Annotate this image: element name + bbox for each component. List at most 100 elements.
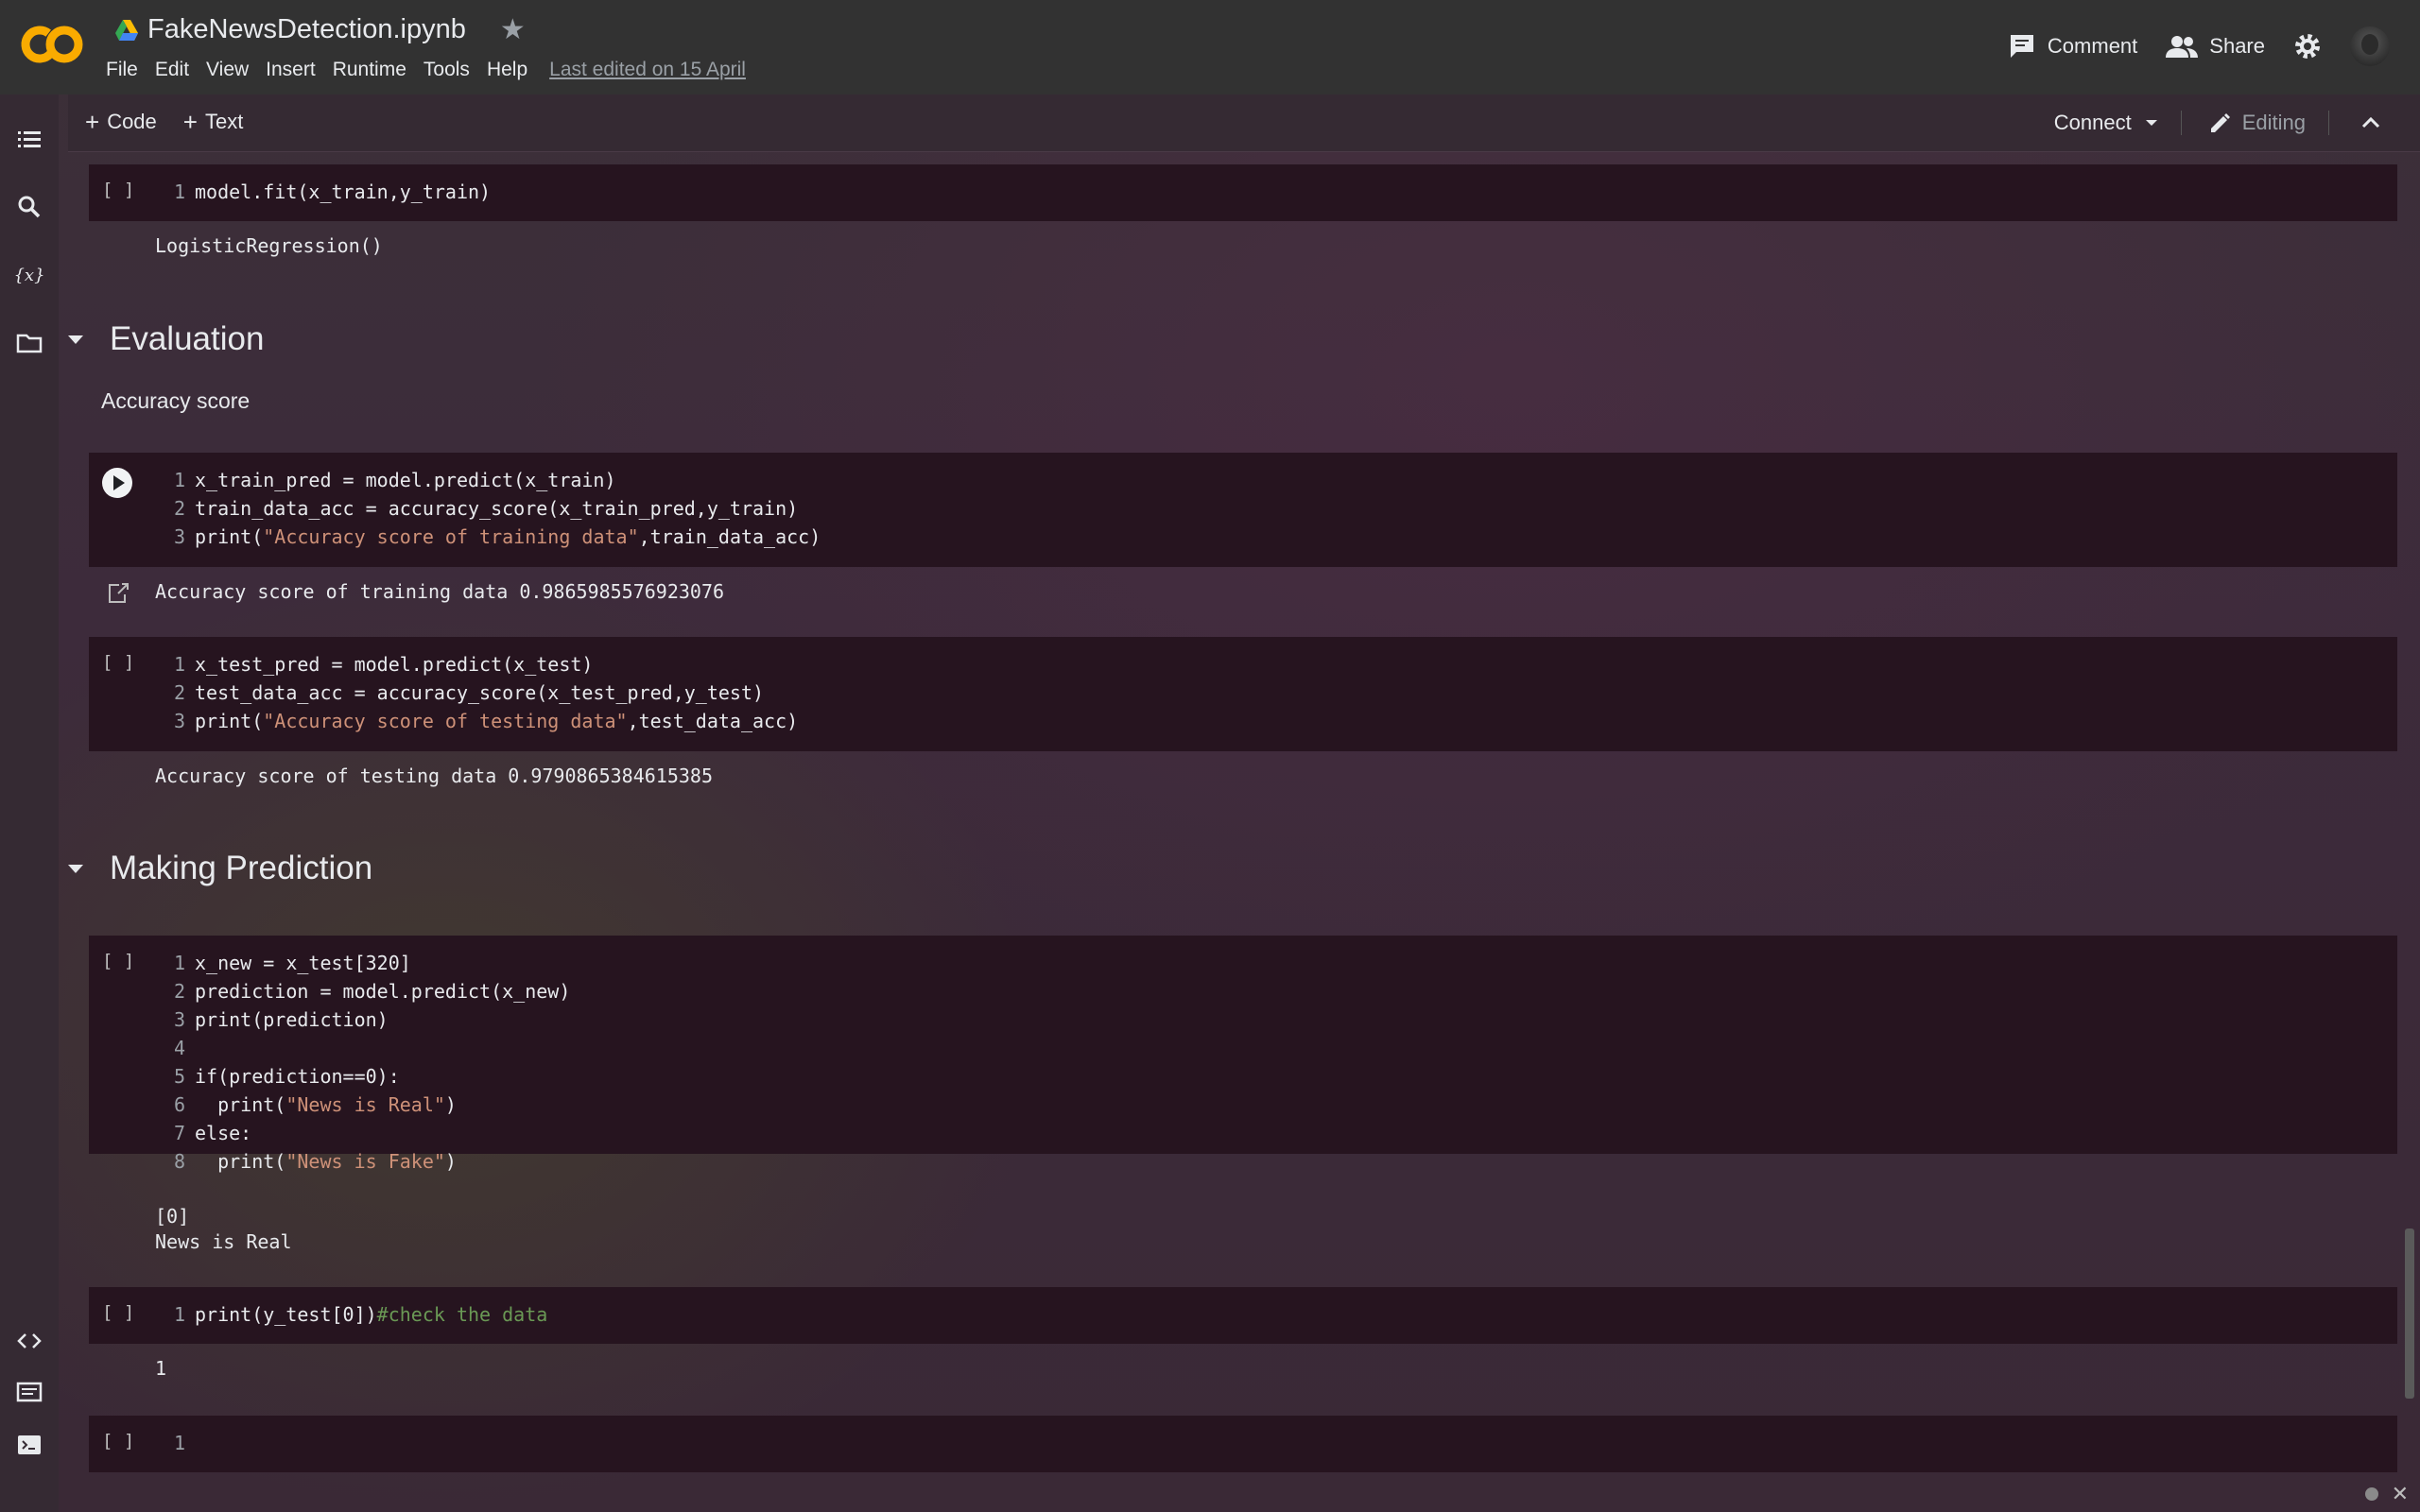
comment-label: Comment	[2047, 34, 2138, 58]
code-line: 3 print("Accuracy score of testing data",…	[163, 710, 798, 732]
code-line: 1 x_train_pred = model.predict(x_train)	[163, 469, 616, 491]
code-text: else:	[195, 1122, 252, 1144]
menu-view[interactable]: View	[198, 59, 257, 81]
notebook-toolbar: + Code + Text Connect Editing	[68, 94, 2420, 152]
menu-edit[interactable]: Edit	[147, 59, 198, 81]
collapse-header-icon[interactable]	[2356, 108, 2386, 138]
code-string: "News is Real"	[285, 1093, 445, 1116]
line-number: 7	[173, 1122, 185, 1144]
code-cell-check[interactable]: [ ] 1 print(y_test[0])#check the data	[89, 1287, 2397, 1344]
plus-icon: +	[182, 108, 198, 136]
menu-help[interactable]: Help	[478, 59, 536, 81]
line-number: 1	[173, 653, 185, 676]
gear-icon[interactable]	[2293, 32, 2322, 60]
line-number: 1	[173, 952, 185, 974]
line-number: 1	[173, 180, 185, 203]
people-icon	[2166, 36, 2199, 58]
pencil-icon	[2210, 113, 2230, 132]
code-text: print(y_test[0])	[195, 1303, 377, 1326]
header-actions: Comment Share	[2008, 26, 2390, 66]
output-actions-icon[interactable]	[106, 581, 130, 606]
code-cell-prediction[interactable]: [ ] 1 x_new = x_test[320] 2 prediction = m…	[89, 936, 2397, 1173]
add-code-button[interactable]: + Code	[85, 110, 157, 134]
add-text-label: Text	[204, 110, 244, 133]
code-line: 7 else:	[163, 1122, 251, 1144]
cell-output-line: News is Real	[155, 1230, 292, 1253]
avatar[interactable]	[2350, 26, 2390, 66]
menu-runtime[interactable]: Runtime	[324, 59, 415, 81]
line-number: 3	[173, 525, 185, 548]
cell-output: 1	[155, 1357, 167, 1380]
run-cell-button[interactable]: [ ]	[102, 1302, 134, 1323]
code-cell-empty[interactable]: [ ] 1	[89, 1416, 2397, 1472]
status-bar: ✕	[2364, 1482, 2409, 1506]
code-line: 1 x_new = x_test[320]	[163, 952, 411, 974]
code-line: 2 train_data_acc = accuracy_score(x_train…	[163, 497, 798, 520]
code-text: ,test_data_acc)	[627, 710, 799, 732]
code-editor[interactable]: 1 model.fit(x_train,y_train)	[163, 178, 491, 206]
line-number: 1	[173, 469, 185, 491]
menu-insert[interactable]: Insert	[257, 59, 324, 81]
editing-mode-button[interactable]: Editing	[2208, 111, 2329, 135]
collapse-section-icon[interactable]	[68, 864, 83, 873]
colab-logo-icon[interactable]	[19, 21, 85, 68]
line-number: 6	[173, 1093, 185, 1116]
code-text: print(	[195, 1093, 286, 1116]
code-cell-test-accuracy[interactable]: [ ] 1 x_test_pred = model.predict(x_test)…	[89, 637, 2397, 751]
code-text: prediction = model.predict(x_new)	[195, 980, 571, 1003]
code-line: 5 if(prediction==0):	[163, 1065, 400, 1088]
cell-output: Accuracy score of training data 0.986598…	[155, 580, 725, 603]
run-cell-button[interactable]: [ ]	[102, 652, 134, 673]
editing-label: Editing	[2241, 111, 2306, 134]
run-cell-button[interactable]: [ ]	[102, 1431, 134, 1452]
chevron-down-icon[interactable]	[2145, 118, 2158, 128]
line-number: 1	[173, 1303, 185, 1326]
line-number: 4	[173, 1037, 185, 1059]
star-icon[interactable]: ★	[500, 13, 526, 46]
connect-button[interactable]: Connect	[2054, 111, 2182, 135]
code-text: train_data_acc = accuracy_score(x_train_…	[195, 497, 799, 520]
cell-output: LogisticRegression()	[155, 234, 383, 257]
section-heading-evaluation[interactable]: Evaluation	[59, 320, 264, 358]
line-number: 3	[173, 710, 185, 732]
toc-icon[interactable]	[15, 125, 43, 153]
code-text: model.fit(x_train,y_train)	[195, 180, 492, 203]
code-cell-train-accuracy[interactable]: 1 x_train_pred = model.predict(x_train) 2…	[89, 453, 2397, 567]
line-number: 2	[173, 980, 185, 1003]
close-icon[interactable]: ✕	[2392, 1482, 2409, 1506]
folder-icon[interactable]	[15, 329, 43, 357]
menu-file[interactable]: File	[106, 59, 147, 81]
plus-icon: +	[85, 108, 100, 136]
comment-button[interactable]: Comment	[2008, 33, 2137, 60]
code-snippets-icon[interactable]	[15, 1327, 43, 1355]
run-cell-button[interactable]	[102, 468, 132, 498]
code-text: print(	[195, 1150, 286, 1173]
section-heading-making-prediction[interactable]: Making Prediction	[59, 850, 372, 887]
collapse-section-icon[interactable]	[68, 335, 83, 344]
search-icon[interactable]	[15, 193, 43, 221]
code-cell-fit[interactable]: [ ] 1 model.fit(x_train,y_train)	[89, 164, 2397, 221]
menu-bar: File Edit View Insert Runtime Tools Help…	[106, 59, 746, 81]
vertical-scrollbar[interactable]	[2405, 1228, 2414, 1399]
terminal-icon[interactable]	[15, 1431, 43, 1459]
run-cell-button[interactable]: [ ]	[102, 951, 134, 971]
code-line: 3 print("Accuracy score of training data"…	[163, 525, 821, 548]
notebook-name[interactable]: FakeNewsDetection.ipynb	[147, 14, 466, 45]
code-editor[interactable]: 1 print(y_test[0])#check the data	[163, 1300, 547, 1329]
last-edited-link[interactable]: Last edited on 15 April	[549, 59, 746, 81]
code-editor[interactable]: 1 x_new = x_test[320] 2 prediction = model…	[163, 949, 570, 1176]
code-text: print(	[195, 525, 264, 548]
connect-label: Connect	[2053, 111, 2132, 134]
variables-icon[interactable]: {x}	[15, 261, 43, 289]
share-label: Share	[2209, 34, 2265, 58]
code-editor[interactable]: 1 x_test_pred = model.predict(x_test) 2 te…	[163, 650, 798, 735]
line-number: 2	[173, 681, 185, 704]
add-text-button[interactable]: + Text	[183, 110, 244, 134]
run-cell-button[interactable]: [ ]	[102, 180, 134, 200]
code-editor[interactable]: 1 x_train_pred = model.predict(x_train) 2…	[163, 466, 821, 551]
command-palette-icon[interactable]	[15, 1378, 43, 1406]
section-title: Making Prediction	[110, 850, 373, 886]
code-editor[interactable]: 1	[163, 1429, 195, 1457]
share-button[interactable]: Share	[2166, 34, 2265, 59]
menu-tools[interactable]: Tools	[415, 59, 478, 81]
